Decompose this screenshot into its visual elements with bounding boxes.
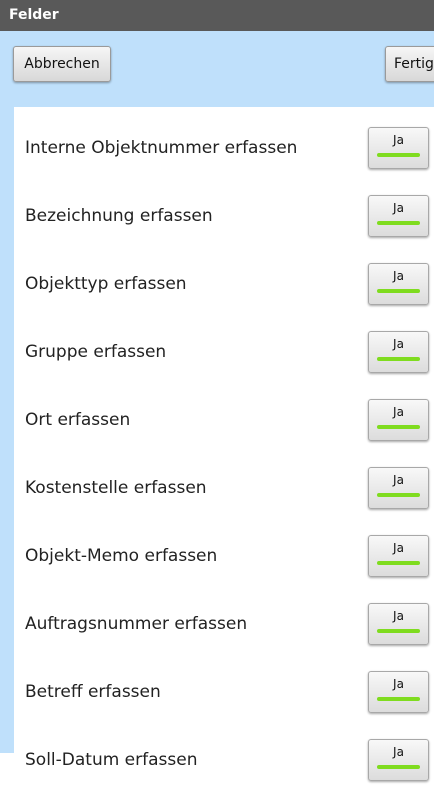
action-bar: Abbrechen Fertig (0, 31, 434, 107)
field-toggle-button[interactable]: Ja (368, 739, 429, 781)
field-label: Betreff erfassen (25, 682, 161, 702)
field-row-cost-center: Kostenstelle erfassen Ja (0, 454, 434, 522)
toggle-on-indicator (377, 561, 420, 565)
toggle-label: Ja (393, 269, 404, 283)
field-row-object-type: Objekttyp erfassen Ja (0, 250, 434, 318)
field-row-group: Gruppe erfassen Ja (0, 318, 434, 386)
field-label: Soll-Datum erfassen (25, 750, 198, 770)
field-toggle-button[interactable]: Ja (368, 671, 429, 713)
field-row-location: Ort erfassen Ja (0, 386, 434, 454)
field-toggle-button[interactable]: Ja (368, 535, 429, 577)
toggle-on-indicator (377, 425, 420, 429)
toggle-label: Ja (393, 677, 404, 691)
field-toggle-button[interactable]: Ja (368, 467, 429, 509)
field-row-subject: Betreff erfassen Ja (0, 658, 434, 726)
field-label: Objekttyp erfassen (25, 274, 187, 294)
cancel-button[interactable]: Abbrechen (13, 46, 111, 82)
done-button[interactable]: Fertig (385, 46, 434, 82)
toggle-label: Ja (393, 541, 404, 555)
toggle-label: Ja (393, 201, 404, 215)
toggle-on-indicator (377, 697, 420, 701)
toggle-label: Ja (393, 745, 404, 759)
toggle-label: Ja (393, 337, 404, 351)
field-toggle-button[interactable]: Ja (368, 127, 429, 169)
toggle-label: Ja (393, 405, 404, 419)
toggle-label: Ja (393, 473, 404, 487)
toggle-on-indicator (377, 629, 420, 633)
field-toggle-button[interactable]: Ja (368, 331, 429, 373)
toggle-on-indicator (377, 493, 420, 497)
toggle-on-indicator (377, 153, 420, 157)
field-row-internal-object-number: Interne Objektnummer erfassen Ja (0, 114, 434, 182)
window-title: Felder (0, 0, 434, 31)
toggle-on-indicator (377, 221, 420, 225)
field-row-target-date: Soll-Datum erfassen Ja (0, 726, 434, 794)
field-row-object-memo: Objekt-Memo erfassen Ja (0, 522, 434, 590)
field-toggle-button[interactable]: Ja (368, 399, 429, 441)
field-label: Kostenstelle erfassen (25, 478, 207, 498)
field-row-order-number: Auftragsnummer erfassen Ja (0, 590, 434, 658)
field-toggle-button[interactable]: Ja (368, 195, 429, 237)
field-label: Gruppe erfassen (25, 342, 167, 362)
field-label: Ort erfassen (25, 410, 131, 430)
toggle-on-indicator (377, 289, 420, 293)
toggle-label: Ja (393, 609, 404, 623)
toggle-on-indicator (377, 357, 420, 361)
field-label: Objekt-Memo erfassen (25, 546, 218, 566)
field-toggle-button[interactable]: Ja (368, 603, 429, 645)
field-list: Interne Objektnummer erfassen Ja Bezeich… (0, 107, 434, 781)
field-label: Bezeichnung erfassen (25, 206, 213, 226)
toggle-on-indicator (377, 765, 420, 769)
field-toggle-button[interactable]: Ja (368, 263, 429, 305)
field-row-designation: Bezeichnung erfassen Ja (0, 182, 434, 250)
field-label: Interne Objektnummer erfassen (25, 138, 298, 158)
field-label: Auftragsnummer erfassen (25, 614, 248, 634)
toggle-label: Ja (393, 133, 404, 147)
